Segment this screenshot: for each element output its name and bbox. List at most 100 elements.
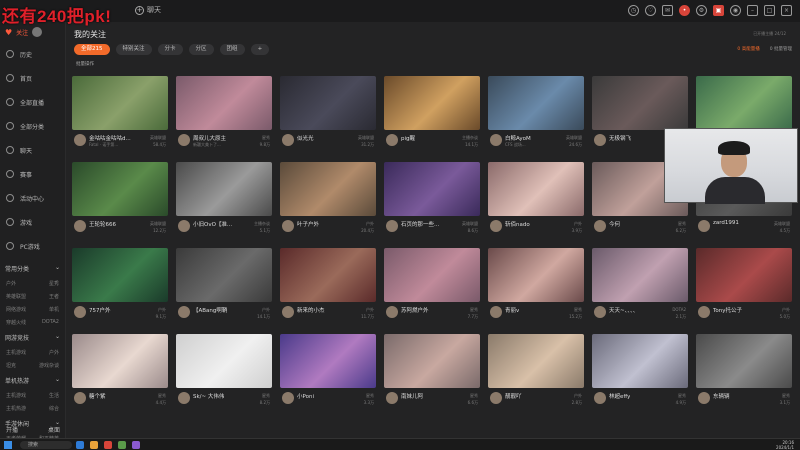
avatar[interactable] <box>594 392 606 404</box>
gift-icon[interactable]: ▣ <box>713 5 724 16</box>
app-icon[interactable] <box>104 441 112 449</box>
filter-chip[interactable]: + <box>250 44 270 55</box>
sidebar-sub-item[interactable]: 坦克 <box>6 362 33 369</box>
avatar[interactable] <box>386 134 398 146</box>
edge-icon[interactable] <box>76 441 84 449</box>
sidebar-item[interactable]: 活动中心 <box>0 186 65 210</box>
stream-thumbnail[interactable] <box>592 76 688 130</box>
avatar[interactable] <box>178 392 190 404</box>
heart-icon[interactable]: ♡ <box>645 5 656 16</box>
stream-thumbnail[interactable] <box>176 76 272 130</box>
sidebar-item[interactable]: PC游戏 <box>0 234 65 258</box>
stream-card[interactable]: 叶子户外 户外 20.4万 <box>280 162 376 238</box>
streamer-name[interactable]: 斩佰nado <box>505 220 530 228</box>
desktop-button[interactable]: 桌面 <box>48 425 60 434</box>
avatar[interactable] <box>698 392 710 404</box>
streamer-name[interactable]: Sk/~ 大伟伟 <box>193 392 224 400</box>
stream-card[interactable]: 王轮轮666 英雄联盟 12.2万 <box>72 162 168 238</box>
sidebar-sub-item[interactable]: 户外 <box>33 349 59 356</box>
stream-card[interactable]: 林超effy 星秀 4.9万 <box>592 334 688 410</box>
sidebar-item[interactable]: 全部分类 <box>0 114 65 138</box>
sidebar-section-title[interactable]: 网游竞技 ⌄ <box>0 330 65 345</box>
stream-card[interactable]: 周叔儿大原主 星秀 新疆大美卜了... 9.8万 <box>176 76 272 152</box>
sidebar-sub-item[interactable]: 生活 <box>33 392 59 399</box>
avatar[interactable] <box>698 220 710 232</box>
sidebar-sub-item[interactable]: 单机 <box>33 306 59 313</box>
stream-card[interactable]: 青丽v 星秀 15.2万 <box>488 248 584 324</box>
filter-chip[interactable]: 团组 <box>219 44 245 55</box>
stream-thumbnail[interactable] <box>72 162 168 216</box>
avatar[interactable] <box>282 392 294 404</box>
stream-thumbnail[interactable] <box>280 334 376 388</box>
sidebar-sub-item[interactable]: DOTA2 <box>33 319 59 326</box>
batch-manage-link[interactable]: 0 批量管理 <box>770 46 792 52</box>
sidebar-section-title[interactable]: 常用分类 ⌄ <box>0 261 65 276</box>
stream-card[interactable]: 天天~、、、、 DOTA2 2.1万 <box>592 248 688 324</box>
streamer-name[interactable]: 天天~、、、、 <box>609 306 638 314</box>
stream-card[interactable]: 苏阿燃户外 星秀 7.7万 <box>384 248 480 324</box>
streamer-name[interactable]: 小Poni <box>297 392 314 400</box>
streamer-name[interactable]: 王轮轮666 <box>89 220 116 228</box>
avatar[interactable] <box>698 306 710 318</box>
stream-thumbnail[interactable] <box>696 76 792 130</box>
stream-thumbnail[interactable] <box>384 248 480 302</box>
sidebar-sub-item[interactable]: 主机热游 <box>6 405 33 412</box>
mail-icon[interactable]: ✉ <box>662 5 673 16</box>
stream-card[interactable]: 靓靓吖 户外 2.8万 <box>488 334 584 410</box>
sidebar-section-title[interactable]: 单机热游 ⌄ <box>0 373 65 388</box>
filter-chip[interactable]: 特别关注 <box>115 44 152 55</box>
streamer-name[interactable]: 【ABang啊鞘 <box>193 306 227 314</box>
stream-thumbnail[interactable] <box>72 334 168 388</box>
streamer-name[interactable]: 周叔儿大原主 <box>193 134 226 142</box>
avatar[interactable] <box>74 134 86 146</box>
app-icon[interactable] <box>132 441 140 449</box>
sidebar-sub-item[interactable]: 游戏杂谈 <box>33 362 59 369</box>
stream-card[interactable]: 斩佰nado 户外 3.9万 <box>488 162 584 238</box>
streamer-name[interactable]: zard1991 <box>713 220 739 226</box>
notification-icon[interactable]: • <box>679 5 690 16</box>
stream-card[interactable]: pig醒 主播杂谈 14.1万 <box>384 76 480 152</box>
avatar[interactable] <box>594 306 606 318</box>
avatar[interactable] <box>594 220 606 232</box>
stream-thumbnail[interactable] <box>72 76 168 130</box>
sidebar-item[interactable]: 聊天 <box>0 138 65 162</box>
stream-card[interactable]: 金咕咕金咕咕d... 英雄联盟 Fatal · 诺手第... 58.4万 <box>72 76 168 152</box>
stream-thumbnail[interactable] <box>488 162 584 216</box>
avatar[interactable] <box>178 134 190 146</box>
stream-thumbnail[interactable] <box>592 334 688 388</box>
sidebar-sub-item[interactable]: 王者 <box>33 293 59 300</box>
stream-thumbnail[interactable] <box>696 334 792 388</box>
avatar[interactable] <box>282 220 294 232</box>
avatar[interactable] <box>490 392 502 404</box>
stream-thumbnail[interactable] <box>384 162 480 216</box>
sidebar-sub-item[interactable]: 穿越火线 <box>6 319 33 326</box>
avatar[interactable] <box>386 220 398 232</box>
stream-card[interactable]: 757户外 户外 9.1万 <box>72 248 168 324</box>
minimize-icon[interactable]: – <box>747 5 758 16</box>
avatar[interactable] <box>74 306 86 318</box>
stream-card[interactable]: 南妹儿阿 星秀 6.6万 <box>384 334 480 410</box>
filter-chip[interactable]: 全部215 <box>74 44 110 55</box>
stream-thumbnail[interactable] <box>384 76 480 130</box>
streamer-name[interactable]: 无极钢飞 <box>609 134 631 142</box>
avatar[interactable] <box>178 220 190 232</box>
stream-card[interactable]: 【ABang啊鞘 户外 14.1万 <box>176 248 272 324</box>
streamer-name[interactable]: 苏阿燃户外 <box>401 306 429 314</box>
streamer-name[interactable]: 白鲸AyoM <box>505 134 531 142</box>
stream-card[interactable]: 东辆辆 星秀 3.1万 <box>696 334 792 410</box>
chat-button[interactable]: + 聊天 <box>135 5 161 15</box>
stream-thumbnail[interactable] <box>280 248 376 302</box>
avatar[interactable] <box>282 134 294 146</box>
folder-icon[interactable] <box>90 441 98 449</box>
sidebar-item[interactable]: 全部直播 <box>0 90 65 114</box>
streamer-name[interactable]: 今何 <box>609 220 620 228</box>
sidebar-item[interactable]: 游戏 <box>0 210 65 234</box>
stream-thumbnail[interactable] <box>592 248 688 302</box>
sidebar-sub-item[interactable]: 主机游戏 <box>6 392 33 399</box>
streamer-name[interactable]: 青丽v <box>505 306 519 314</box>
sidebar-sub-item[interactable]: 综合 <box>33 405 59 412</box>
streamer-name[interactable]: 糖个紫 <box>89 392 106 400</box>
stream-card[interactable]: 似光光 英雄联盟 31.2万 <box>280 76 376 152</box>
sidebar-sub-item[interactable]: 主机游戏 <box>6 349 33 356</box>
streamer-name[interactable]: Tony托公子 <box>713 306 742 314</box>
